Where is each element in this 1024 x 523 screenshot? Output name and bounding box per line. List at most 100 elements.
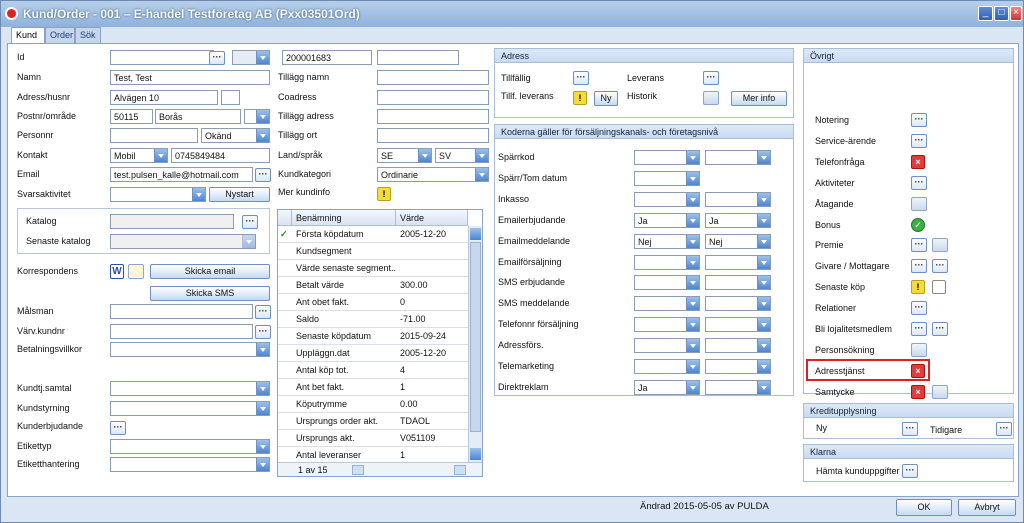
etiketthantering-select[interactable]	[110, 457, 270, 472]
koder-select-b[interactable]: Ja	[705, 213, 771, 228]
email-input[interactable]: test.pulsen_kalle@hotmail.com	[110, 167, 253, 182]
red-x-icon[interactable]: ×	[911, 155, 925, 169]
katalog-lookup-button[interactable]: ···	[242, 215, 258, 229]
more-button[interactable]: ···	[911, 113, 927, 127]
more-button[interactable]: ···	[911, 301, 927, 315]
namn-input[interactable]: Test, Test	[110, 70, 270, 85]
tab-kund[interactable]: Kund	[11, 27, 45, 44]
grid-row[interactable]: Ant obet fakt. 0	[278, 294, 468, 311]
avbryt-button[interactable]: Avbryt	[958, 499, 1016, 516]
kredit-tidigare-button[interactable]: ···	[996, 422, 1012, 436]
koder-select-a[interactable]	[634, 192, 700, 207]
template-icon[interactable]	[128, 264, 144, 279]
ort-input[interactable]: Borås	[155, 109, 241, 124]
koder-select-a[interactable]	[634, 275, 700, 290]
adress-input[interactable]: Alvägen 10	[110, 90, 218, 105]
betalningsvillkor-select[interactable]	[110, 342, 270, 357]
tab-order[interactable]: Order	[45, 27, 75, 43]
sprak-select[interactable]: SV	[435, 148, 489, 163]
id-lookup-button[interactable]: ···	[209, 51, 225, 65]
koder-select-b[interactable]	[705, 359, 771, 374]
grid-row[interactable]: Antal köp tot. 4	[278, 362, 468, 379]
more-button[interactable]: ···	[911, 134, 927, 148]
grid-row[interactable]: Kundsegment	[278, 243, 468, 260]
kundstyrning-select[interactable]	[110, 401, 270, 416]
green-check-icon[interactable]: ✓	[911, 218, 925, 232]
maximize-button[interactable]: □	[994, 6, 1009, 21]
scroll-down-arrow[interactable]	[470, 448, 481, 460]
ort-select[interactable]	[244, 109, 270, 124]
leverans-button[interactable]: ···	[703, 71, 719, 85]
more-button[interactable]: ···	[932, 259, 948, 273]
varv-lookup-button[interactable]: ···	[255, 325, 271, 339]
etikettyp-select[interactable]	[110, 439, 270, 454]
koder-select-b[interactable]	[705, 380, 771, 395]
husnr-input[interactable]	[221, 90, 240, 105]
grid-row[interactable]: Betalt värde 300.00	[278, 277, 468, 294]
kon-select[interactable]: Okänd	[201, 128, 270, 143]
katalog-input[interactable]	[110, 214, 234, 229]
koder-select-b[interactable]	[705, 275, 771, 290]
scroll-thumb[interactable]	[470, 242, 481, 432]
ny-adress-button[interactable]: Ny	[594, 91, 618, 106]
kredit-ny-button[interactable]: ···	[902, 422, 918, 436]
blank-button[interactable]	[911, 197, 927, 211]
koder-select-a[interactable]: Nej	[634, 234, 700, 249]
koder-select-b[interactable]	[705, 317, 771, 332]
blank-button[interactable]	[932, 238, 948, 252]
pager-next-button[interactable]	[454, 465, 466, 475]
coadress-input[interactable]	[377, 90, 489, 105]
malsman-lookup-button[interactable]: ···	[255, 305, 271, 319]
kundkategori-select[interactable]: Ordinarie	[377, 167, 489, 182]
kunderbjudande-button[interactable]: ···	[110, 421, 126, 435]
id-type-select[interactable]	[232, 50, 270, 65]
koder-select-b[interactable]	[705, 296, 771, 311]
koder-select-a[interactable]	[634, 171, 700, 186]
koder-select-a[interactable]: Ja	[634, 213, 700, 228]
email-lookup-button[interactable]: ···	[255, 168, 271, 182]
pager-prev-button[interactable]	[352, 465, 364, 475]
minimize-button[interactable]: _	[978, 6, 993, 21]
more-button[interactable]: ···	[932, 322, 948, 336]
malsman-input[interactable]	[110, 304, 253, 319]
koder-select-a[interactable]	[634, 150, 700, 165]
more-button[interactable]: ···	[911, 259, 927, 273]
koder-select-b[interactable]	[705, 192, 771, 207]
grid-row[interactable]: Värde senaste segment...	[278, 260, 468, 277]
close-button[interactable]: ×	[1010, 6, 1022, 21]
land-select[interactable]: SE	[377, 148, 432, 163]
grid-row[interactable]: Ant bet fakt. 1	[278, 379, 468, 396]
personnr-input[interactable]	[110, 128, 198, 143]
koder-select-a[interactable]	[634, 359, 700, 374]
koder-select-a[interactable]: Ja	[634, 380, 700, 395]
koder-select-b[interactable]: Nej	[705, 234, 771, 249]
postnr-input[interactable]: 50115	[110, 109, 153, 124]
koder-select-a[interactable]	[634, 255, 700, 270]
more-button[interactable]: ···	[911, 176, 927, 190]
senaste-katalog-select[interactable]	[110, 234, 256, 249]
id-search-input[interactable]	[110, 50, 214, 65]
koder-select-a[interactable]	[634, 296, 700, 311]
grid-scrollbar[interactable]	[468, 226, 482, 462]
grid-row[interactable]: Ursprungs akt. V051109	[278, 430, 468, 447]
koder-select-a[interactable]	[634, 338, 700, 353]
tillf-leverans-warning-icon[interactable]: !	[573, 91, 587, 105]
blank-button[interactable]	[932, 385, 948, 399]
tillfallig-button[interactable]: ···	[573, 71, 589, 85]
red-x-icon[interactable]: ×	[911, 385, 925, 399]
scroll-up-arrow[interactable]	[470, 228, 481, 240]
mer-info-button[interactable]: Mer info	[731, 91, 787, 106]
nystart-button[interactable]: Nystart	[209, 187, 270, 202]
more-button[interactable]: ···	[911, 322, 927, 336]
hamta-kunduppgifter-button[interactable]: ···	[902, 464, 918, 478]
koder-select-b[interactable]	[705, 338, 771, 353]
id-extra-field[interactable]	[377, 50, 459, 65]
kundtj-select[interactable]	[110, 381, 270, 396]
tillagg-adress-input[interactable]	[377, 109, 489, 124]
grid-row[interactable]: ✓ Första köpdatum 2005-12-20	[278, 226, 468, 243]
warning-icon[interactable]: !	[911, 280, 925, 294]
tab-sok[interactable]: Sök	[75, 27, 101, 43]
koder-select-b[interactable]	[705, 255, 771, 270]
grid-row[interactable]: Saldo -71.00	[278, 311, 468, 328]
tillagg-namn-input[interactable]	[377, 70, 489, 85]
